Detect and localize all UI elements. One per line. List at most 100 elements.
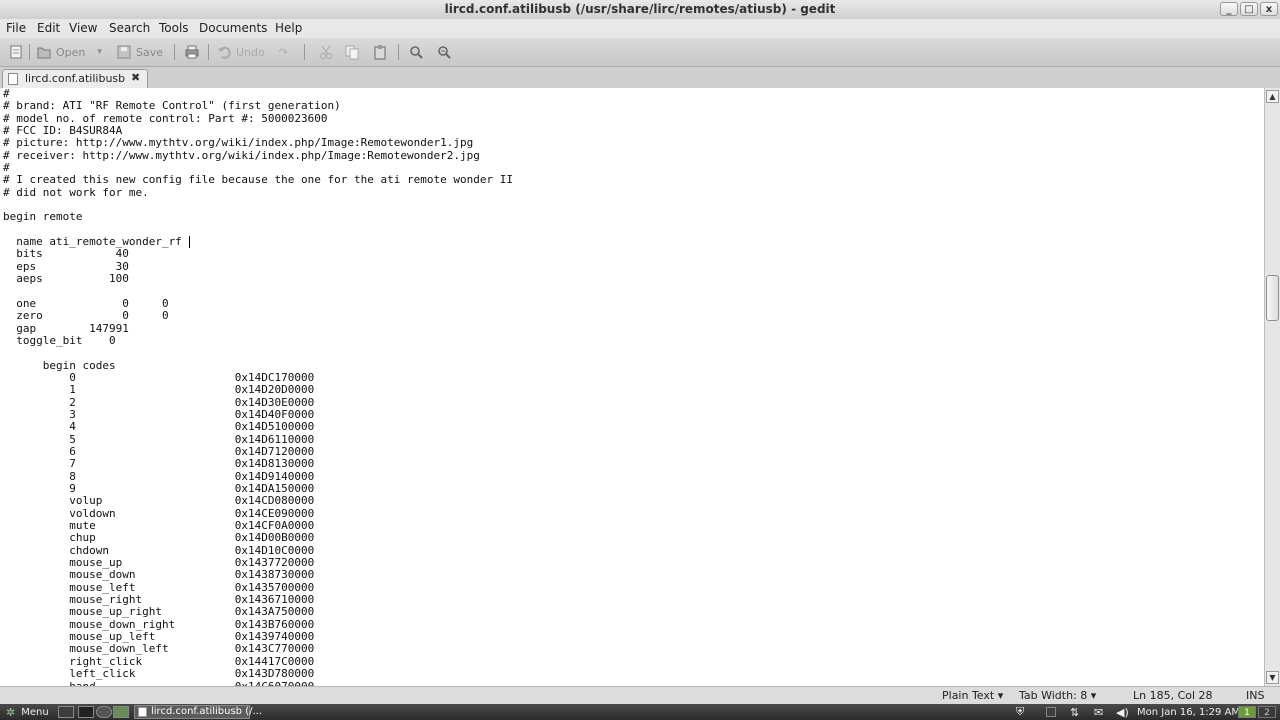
browser-launcher[interactable] xyxy=(96,705,112,719)
close-window-button[interactable]: x xyxy=(1260,2,1278,16)
show-desktop-launcher[interactable] xyxy=(58,705,74,719)
scroll-up-icon[interactable]: ▲ xyxy=(1266,90,1279,103)
vertical-scrollbar[interactable]: ▲ ▼ xyxy=(1264,88,1280,686)
save-button[interactable]: Save xyxy=(116,43,163,61)
terminal-icon xyxy=(78,706,94,718)
clipboard-tray-icon[interactable] xyxy=(1046,705,1056,719)
code-line: aeps 100 xyxy=(3,272,129,286)
text-file-icon xyxy=(8,73,18,85)
save-button-label: Save xyxy=(136,45,164,59)
scissors-icon xyxy=(320,45,332,59)
window-title: lircd.conf.atilibusb (/usr/share/lirc/re… xyxy=(444,2,836,16)
minimize-button[interactable]: _ xyxy=(1220,2,1238,16)
code-line: # did not work for me. xyxy=(3,185,149,199)
mint-logo-icon: ✲ xyxy=(6,705,16,719)
clock[interactable]: Mon Jan 16, 1:29 AM xyxy=(1137,705,1240,719)
taskbar: ✲ Menu lircd.conf.atilibusb (/... ⛨ ⇅ ✉ … xyxy=(0,704,1280,720)
redo-icon[interactable]: ↷ xyxy=(279,46,288,59)
menu-file[interactable]: File xyxy=(6,21,26,35)
language-selector[interactable]: Plain Text ▾ xyxy=(942,689,1003,702)
taskbar-window-gedit[interactable]: lircd.conf.atilibusb (/... xyxy=(134,705,262,719)
menu-documents[interactable]: Documents xyxy=(199,21,267,35)
files-launcher[interactable] xyxy=(113,705,129,719)
code-line: 4 0x14D5100000 xyxy=(3,420,315,434)
close-tab-icon[interactable]: ✖ xyxy=(131,71,140,84)
document-tab-strip: lircd.conf.atilibusb ✖ xyxy=(0,67,1280,89)
code-line: chup 0x14D00B0000 xyxy=(3,531,315,545)
save-icon xyxy=(117,45,131,59)
code-line: # receiver: http://www.mythtv.org/wiki/i… xyxy=(3,148,480,162)
code-line: mouse_down 0x1438730000 xyxy=(3,568,315,582)
volume-icon[interactable]: ◀) xyxy=(1116,705,1129,719)
find-replace-button[interactable] xyxy=(436,43,452,61)
code-line: 1 0x14D20D0000 xyxy=(3,383,315,397)
new-document-button[interactable] xyxy=(8,43,24,61)
code-line: mouse_up_right 0x143A750000 xyxy=(3,605,315,619)
folder-icon xyxy=(113,706,129,718)
maximize-button[interactable]: □ xyxy=(1240,2,1258,16)
browser-icon xyxy=(96,706,112,718)
clipboard-icon xyxy=(374,45,386,60)
document-tab[interactable]: lircd.conf.atilibusb ✖ xyxy=(2,69,148,88)
document-tab-label: lircd.conf.atilibusb xyxy=(25,72,126,85)
code-line: 7 0x14D8130000 xyxy=(3,457,315,471)
find-replace-icon xyxy=(438,46,451,59)
code-line: bits 40 xyxy=(3,247,129,261)
folder-open-icon xyxy=(37,47,51,59)
code-line: mouse_down_left 0x143C770000 xyxy=(3,642,315,656)
cut-button[interactable] xyxy=(318,43,334,61)
menu-help[interactable]: Help xyxy=(275,21,302,35)
menu-view[interactable]: View xyxy=(69,21,97,35)
scroll-down-icon[interactable]: ▼ xyxy=(1266,671,1279,684)
network-icon[interactable]: ⇅ xyxy=(1070,705,1079,719)
undo-icon xyxy=(218,46,231,59)
find-button[interactable] xyxy=(408,43,424,61)
taskbar-window-label: lircd.conf.atilibusb (/... xyxy=(151,706,263,717)
toolbar-separator xyxy=(304,44,305,60)
workspace-1-button[interactable]: 1 xyxy=(1238,706,1256,718)
menu-button-label: Menu xyxy=(21,706,49,718)
toolbar-separator xyxy=(29,44,30,60)
new-document-icon xyxy=(10,45,22,59)
code-line: toggle_bit 0 xyxy=(3,333,116,347)
code-line: # I created this new config file because… xyxy=(3,173,513,187)
undo-button[interactable]: Undo ↷ xyxy=(216,43,288,61)
tab-width-selector[interactable]: Tab Width: 8 ▾ xyxy=(1019,689,1096,702)
copy-icon xyxy=(345,45,359,60)
menu-bar: File Edit View Search Tools Documents He… xyxy=(0,19,1280,38)
shield-icon[interactable]: ⛨ xyxy=(1016,705,1024,719)
code-line: # picture: http://www.mythtv.org/wiki/in… xyxy=(3,136,474,150)
chevron-down-icon[interactable]: ▾ xyxy=(97,47,102,57)
printer-icon xyxy=(185,45,199,59)
toolbar-separator xyxy=(174,44,175,60)
code-line: begin remote xyxy=(3,210,83,224)
print-button[interactable] xyxy=(184,43,200,61)
menu-button[interactable]: ✲ Menu xyxy=(6,705,49,719)
menu-search[interactable]: Search xyxy=(109,21,150,35)
code-line: # brand: ATI "RF Remote Control" (first … xyxy=(3,99,341,113)
terminal-launcher[interactable] xyxy=(78,705,94,719)
workspace-2-button[interactable]: 2 xyxy=(1258,706,1276,718)
cursor-position: Ln 185, Col 28 xyxy=(1133,689,1213,702)
status-bar: Plain Text ▾ Tab Width: 8 ▾ Ln 185, Col … xyxy=(0,686,1280,704)
menu-tools[interactable]: Tools xyxy=(159,21,189,35)
insert-mode-indicator: INS xyxy=(1246,689,1265,702)
code-line: zero 0 0 xyxy=(3,309,169,323)
open-button-label: Open xyxy=(56,45,86,59)
mail-icon[interactable]: ✉ xyxy=(1094,705,1103,719)
text-editor[interactable]: # # brand: ATI "RF Remote Control" (first… xyxy=(0,88,1264,686)
menu-edit[interactable]: Edit xyxy=(37,21,60,35)
search-icon xyxy=(410,46,423,59)
code-line: volup 0x14CD080000 xyxy=(3,494,315,508)
scrollbar-thumb[interactable] xyxy=(1266,275,1279,321)
paste-button[interactable] xyxy=(372,43,388,61)
undo-button-label: Undo xyxy=(236,45,265,59)
copy-button[interactable] xyxy=(344,43,360,61)
text-cursor xyxy=(189,236,190,248)
open-button[interactable]: Open ▾ xyxy=(36,43,102,61)
toolbar: Open ▾ Save Undo ↷ xyxy=(0,38,1280,67)
desktop-icon xyxy=(58,706,74,718)
toolbar-separator xyxy=(208,44,209,60)
editor-text: # # brand: ATI "RF Remote Control" (first… xyxy=(3,88,513,686)
